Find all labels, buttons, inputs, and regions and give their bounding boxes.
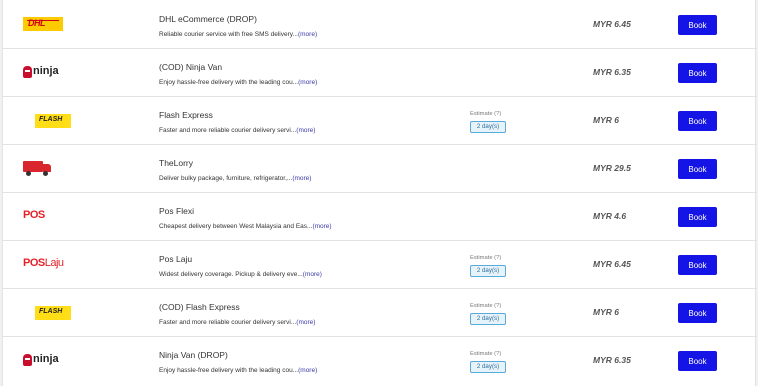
- courier-description: Reliable courier service with free SMS d…: [159, 31, 318, 38]
- more-link[interactable]: (more): [298, 31, 317, 38]
- book-button[interactable]: Book: [678, 351, 717, 371]
- courier-row-cod-ninja-van: ninja (COD) Ninja Van Enjoy hassle-free …: [3, 49, 757, 97]
- courier-price: MYR 6.35: [593, 355, 631, 365]
- book-button[interactable]: Book: [678, 15, 717, 35]
- book-button[interactable]: Book: [678, 303, 717, 323]
- book-button[interactable]: Book: [678, 159, 717, 179]
- estimate-badge: 2 day(s): [470, 313, 506, 325]
- courier-name: (COD) Ninja Van: [159, 62, 223, 72]
- courier-row-thelorry: TheLorry Deliver bulky package, furnitur…: [3, 145, 757, 193]
- courier-price: MYR 6: [593, 115, 619, 125]
- courier-description: Widest delivery coverage. Pickup & deliv…: [159, 271, 322, 278]
- courier-row-cod-flash-express: FLASH (COD) Flash Express Faster and mor…: [3, 289, 757, 337]
- courier-name: TheLorry: [159, 158, 194, 168]
- courier-name: Pos Flexi: [159, 206, 194, 216]
- ninja-van-logo: ninja: [23, 352, 63, 368]
- book-button[interactable]: Book: [678, 111, 717, 131]
- courier-price: MYR 6.45: [593, 259, 631, 269]
- courier-row-flash-express: FLASH Flash Express Faster and more reli…: [3, 97, 757, 145]
- courier-price: MYR 29.5: [593, 163, 631, 173]
- estimate-badge: 2 day(s): [470, 265, 506, 277]
- pos-logo: POS: [23, 209, 45, 221]
- courier-name: DHL eCommerce (DROP): [159, 14, 257, 24]
- ninja-van-logo: ninja: [23, 64, 63, 80]
- truck-icon: [23, 161, 53, 176]
- estimate-badge: 2 day(s): [470, 121, 506, 133]
- courier-description: Enjoy hassle-free delivery with the lead…: [159, 367, 318, 374]
- courier-name: Flash Express: [159, 110, 213, 120]
- courier-row-pos-flexi: POS Pos Flexi Cheapest delivery between …: [3, 193, 757, 241]
- more-link[interactable]: (more): [312, 223, 331, 230]
- book-button[interactable]: Book: [678, 207, 717, 227]
- more-link[interactable]: (more): [298, 367, 317, 374]
- estimate-label[interactable]: Estimate (?): [470, 351, 501, 357]
- courier-price: MYR 6.35: [593, 67, 631, 77]
- more-link[interactable]: (more): [296, 127, 315, 134]
- courier-row-pos-laju: POSLaju Pos Laju Widest delivery coverag…: [3, 241, 757, 289]
- more-link[interactable]: (more): [303, 271, 322, 278]
- laju-wordmark: Laju: [44, 257, 64, 269]
- courier-description: Enjoy hassle-free delivery with the lead…: [159, 79, 318, 86]
- flash-express-logo: FLASH: [35, 306, 71, 320]
- courier-description: Faster and more reliable courier deliver…: [159, 127, 316, 134]
- estimate-label[interactable]: Estimate (?): [470, 111, 501, 117]
- courier-row-ninja-van-drop: ninja Ninja Van (DROP) Enjoy hassle-free…: [3, 337, 757, 385]
- courier-name: Ninja Van (DROP): [159, 350, 228, 360]
- more-link[interactable]: (more): [292, 175, 311, 182]
- courier-price: MYR 4.6: [593, 211, 627, 221]
- estimate-label[interactable]: Estimate (?): [470, 255, 501, 261]
- courier-description: Cheapest delivery between West Malaysia …: [159, 223, 332, 230]
- more-link[interactable]: (more): [296, 319, 315, 326]
- courier-row-dhl-ecommerce-drop: DHL DHL eCommerce (DROP) Reliable courie…: [3, 1, 757, 49]
- dhl-logo: DHL: [23, 17, 63, 31]
- courier-name: (COD) Flash Express: [159, 302, 240, 312]
- more-link[interactable]: (more): [298, 79, 317, 86]
- flash-express-logo: FLASH: [35, 114, 71, 128]
- book-button[interactable]: Book: [678, 255, 717, 275]
- courier-list: DHL DHL eCommerce (DROP) Reliable courie…: [2, 0, 757, 386]
- book-button[interactable]: Book: [678, 63, 717, 83]
- estimate-badge: 2 day(s): [470, 361, 506, 373]
- courier-description: Deliver bulky package, furniture, refrig…: [159, 175, 312, 182]
- courier-name: Pos Laju: [159, 254, 193, 264]
- courier-price: MYR 6: [593, 307, 619, 317]
- pos-laju-logo: POSLaju: [23, 257, 64, 269]
- estimate-label[interactable]: Estimate (?): [470, 303, 501, 309]
- courier-price: MYR 6.45: [593, 19, 631, 29]
- courier-description: Faster and more reliable courier deliver…: [159, 319, 316, 326]
